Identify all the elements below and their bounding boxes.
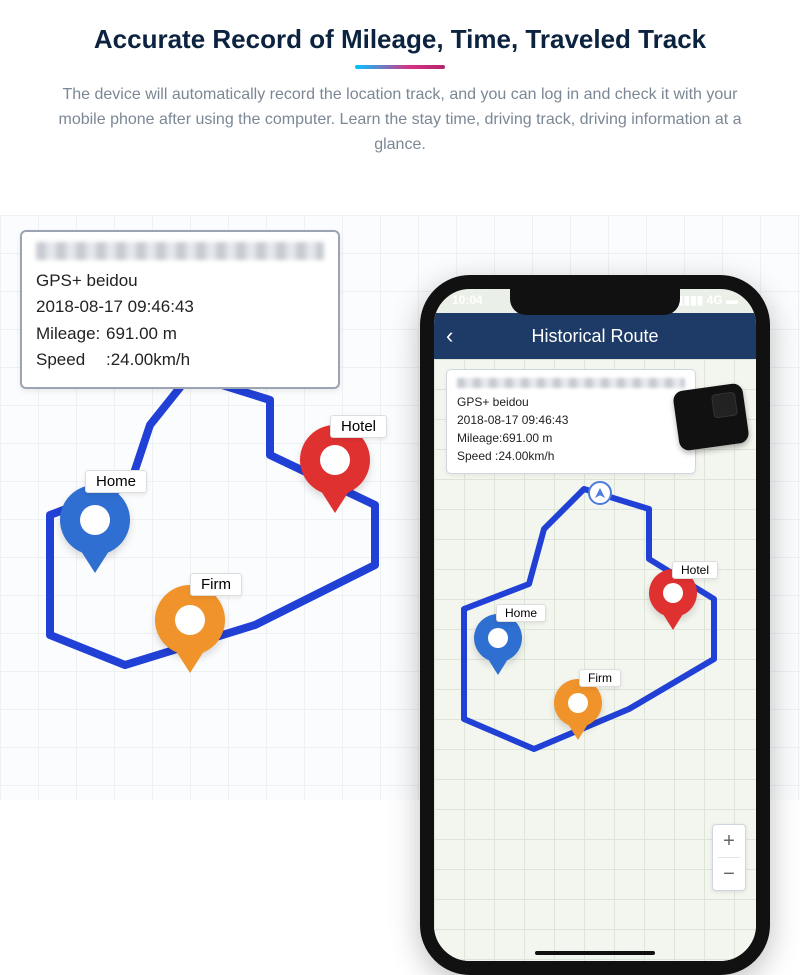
- title-underline: [355, 65, 445, 69]
- status-time: 10:04: [452, 293, 483, 313]
- phone-map-view[interactable]: GPS+ beidou 2018-08-17 09:46:43 Mileage:…: [434, 359, 756, 961]
- battery-icon: ▬: [726, 293, 738, 307]
- screen-title: Historical Route: [531, 326, 658, 347]
- background-info-card: GPS+ beidou 2018-08-17 09:46:43 Mileage:…: [20, 230, 340, 389]
- speed-label: Speed: [36, 347, 106, 373]
- phone-speed-label: Speed: [457, 449, 492, 463]
- phone-speed-value: :24.00km/h: [495, 449, 554, 463]
- background-pin-firm-label: Firm: [190, 573, 242, 596]
- phone-mileage-value: 691.00 m: [502, 431, 552, 445]
- map-zoom-control: + −: [712, 824, 746, 891]
- status-network: ▮▮▮▮ 4G ▬: [677, 293, 738, 313]
- network-label: 4G: [707, 293, 723, 307]
- phone-pin-firm-label: Firm: [579, 669, 621, 687]
- mileage-value: 691.00 m: [106, 324, 177, 343]
- phone-notch: [510, 289, 680, 315]
- mileage-label: Mileage:: [36, 321, 106, 347]
- info-source: GPS+ beidou: [36, 268, 324, 294]
- tracker-device-image: [672, 382, 750, 451]
- info-mileage: Mileage:691.00 m: [36, 321, 324, 347]
- phone-mileage-label: Mileage:: [457, 431, 502, 445]
- phone-current-position-marker: [588, 481, 612, 505]
- phone-obscured-address-text: [457, 378, 685, 388]
- signal-bars-icon: ▮▮▮▮: [677, 293, 703, 307]
- app-navbar: ‹ Historical Route: [434, 313, 756, 359]
- zoom-out-button[interactable]: −: [713, 858, 745, 890]
- phone-info-source: GPS+ beidou: [457, 393, 685, 411]
- phone-pin-home-label: Home: [496, 604, 546, 622]
- background-map: GPS+ beidou 2018-08-17 09:46:43 Mileage:…: [0, 215, 800, 800]
- phone-info-mileage: Mileage:691.00 m: [457, 429, 685, 447]
- back-button[interactable]: ‹: [446, 323, 453, 349]
- background-pin-home: [60, 485, 130, 555]
- marketing-header: Accurate Record of Mileage, Time, Travel…: [0, 0, 800, 165]
- phone-info-card: GPS+ beidou 2018-08-17 09:46:43 Mileage:…: [446, 369, 696, 474]
- info-speed: Speed:24.00km/h: [36, 347, 324, 373]
- info-timestamp: 2018-08-17 09:46:43: [36, 294, 324, 320]
- background-pin-home-label: Home: [85, 470, 147, 493]
- phone-info-speed: Speed :24.00km/h: [457, 447, 685, 465]
- phone-home-indicator: [535, 951, 655, 955]
- page-description: The device will automatically record the…: [40, 83, 760, 157]
- phone-mockup: 10:04 ▮▮▮▮ 4G ▬ ‹ Historical Route GPS+ …: [420, 275, 770, 975]
- speed-value: :24.00km/h: [106, 350, 190, 369]
- page-title: Accurate Record of Mileage, Time, Travel…: [40, 24, 760, 55]
- phone-info-timestamp: 2018-08-17 09:46:43: [457, 411, 685, 429]
- phone-pin-hotel-label: Hotel: [672, 561, 718, 579]
- obscured-address-text: [36, 242, 324, 260]
- zoom-in-button[interactable]: +: [713, 825, 745, 857]
- background-pin-hotel-label: Hotel: [330, 415, 387, 438]
